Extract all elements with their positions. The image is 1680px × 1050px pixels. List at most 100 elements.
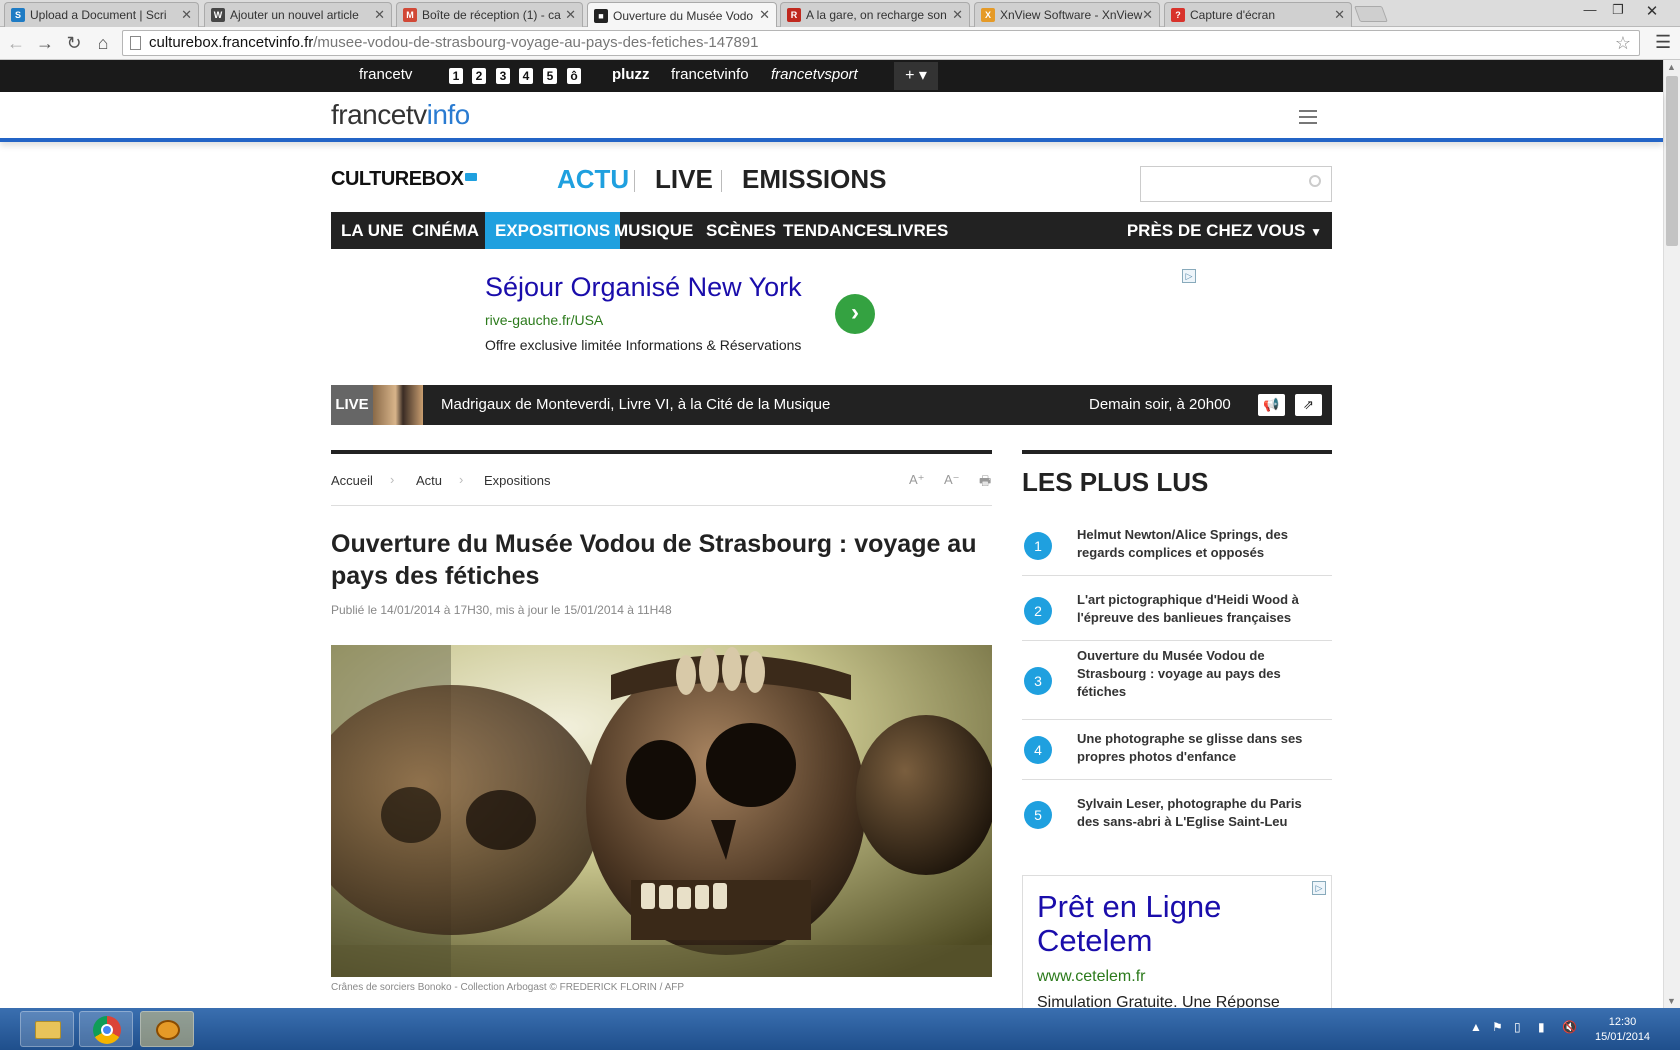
breadcrumb-actu[interactable]: Actu [416,473,442,488]
chrome-icon[interactable] [79,1011,133,1047]
browser-tab[interactable]: ? Capture d'écran ✕ [1164,2,1352,27]
adchoices-icon[interactable]: ▷ [1182,269,1196,283]
device-icon[interactable]: ▯ [1514,1020,1521,1034]
pluzz-link[interactable]: pluzz [612,66,650,83]
system-clock[interactable]: 12:30 15/01/2014 [1595,1015,1650,1045]
side-ad-title[interactable]: Prêt en Ligne Cetelem [1037,890,1297,958]
most-read-link[interactable]: Sylvain Leser, photographe du Paris des … [1077,795,1317,831]
sponsored-ad-side[interactable]: Prêt en Ligne Cetelem www.cetelem.fr Sim… [1022,875,1332,1010]
browser-tab[interactable]: S Upload a Document | Scri ✕ [4,2,199,27]
hamburger-menu-icon[interactable] [1299,110,1317,128]
restore-icon[interactable]: ❐ [1606,2,1630,18]
close-tab-icon[interactable]: ✕ [952,7,963,23]
rank-badge: 3 [1024,666,1052,695]
adchoices-icon[interactable]: ▷ [1312,881,1326,895]
francetv-link[interactable]: francetv [359,66,412,83]
network-signal-icon[interactable]: ▮ [1538,1020,1545,1034]
browser-tab[interactable]: R A la gare, on recharge son ✕ [780,2,970,27]
new-tab-button[interactable] [1354,6,1388,22]
search-icon[interactable] [1309,175,1321,187]
live-title[interactable]: Madrigaux de Monteverdi, Livre VI, à la … [441,385,830,425]
minimize-icon[interactable]: — [1578,2,1602,17]
channel-2-link[interactable]: 2 [472,68,486,84]
breadcrumb-accueil[interactable]: Accueil [331,473,373,488]
xnview-icon[interactable] [140,1011,194,1047]
scroll-down-icon[interactable]: ▼ [1667,996,1676,1006]
font-decrease-icon[interactable]: A⁻ [944,472,960,488]
article-photo[interactable] [331,645,992,977]
category-tab[interactable]: LIVRES [877,212,958,249]
action-center-flag-icon[interactable]: ⚑ [1492,1020,1503,1034]
category-tab[interactable]: EXPOSITIONS [485,212,621,249]
home-icon[interactable]: ⌂ [92,32,114,54]
nav-emissions[interactable]: EMISSIONS [742,164,886,195]
live-banner[interactable]: LIVE Madrigaux de Monteverdi, Livre VI, … [331,385,1332,425]
nav-live[interactable]: LIVE [655,164,713,195]
channel-1-link[interactable]: 1 [449,68,463,84]
back-icon[interactable]: ← [5,32,27,54]
scrollbar-thumb[interactable] [1666,76,1678,246]
category-tab[interactable]: MUSIQUE [604,212,703,249]
breadcrumb-expositions[interactable]: Expositions [484,473,550,488]
browser-tab[interactable]: ■ Ouverture du Musée Vodo ✕ [587,2,777,28]
nav-separator [721,170,722,192]
sponsored-ad-top[interactable]: Séjour Organisé New York rive-gauche.fr/… [485,268,1197,368]
bookmark-star-icon[interactable]: ☆ [1615,31,1631,55]
ad-url[interactable]: rive-gauche.fr/USA [485,312,603,328]
chrome-menu-icon[interactable]: ☰ [1655,32,1671,53]
scroll-up-icon[interactable]: ▲ [1667,62,1676,72]
most-read-link[interactable]: Helmut Newton/Alice Springs, des regards… [1077,526,1317,562]
close-window-icon[interactable]: ✕ [1640,2,1664,20]
ad-title[interactable]: Séjour Organisé New York [485,272,802,303]
live-share-icon[interactable]: ⇗ [1295,394,1322,416]
close-tab-icon[interactable]: ✕ [181,7,192,23]
close-tab-icon[interactable]: ✕ [1334,7,1345,23]
volume-muted-icon[interactable]: 🔇 [1562,1020,1577,1034]
category-tab[interactable]: CINÉMA [402,212,489,249]
print-icon[interactable]: 🖶 [979,472,991,494]
most-read-item[interactable]: 1 Helmut Newton/Alice Springs, des regard… [1022,516,1332,576]
most-read-link[interactable]: L'art pictographique d'Heidi Wood à l'ép… [1077,591,1317,627]
francetvinfo-link[interactable]: francetvinfo [671,66,749,83]
channel-3-link[interactable]: 3 [496,68,510,84]
most-read-link[interactable]: Ouverture du Musée Vodou de Strasbourg :… [1077,647,1317,701]
browser-tab-label: Upload a Document | Scri [30,8,167,22]
most-read-item[interactable]: 5 Sylvain Leser, photographe du Paris des… [1022,785,1332,845]
side-ad-url[interactable]: www.cetelem.fr [1037,968,1145,986]
browser-tab[interactable]: M Boîte de réception (1) - ca ✕ [396,2,583,27]
culturebox-logo[interactable]: CULTUREBOX [331,168,478,191]
francetvinfo-logo[interactable]: francetvinfo [331,99,470,131]
channel-4-link[interactable]: 4 [519,68,533,84]
close-tab-icon[interactable]: ✕ [374,7,385,23]
most-read-item[interactable]: 4 Une photographe se glisse dans ses prop… [1022,720,1332,780]
live-time: Demain soir, à 20h00 [1089,396,1231,413]
skulls-photo-illustration [331,645,992,977]
photo-caption: Crânes de sorciers Bonoko - Collection A… [331,982,685,993]
tray-expand-icon[interactable]: ▲ [1470,1020,1482,1034]
close-tab-icon[interactable]: ✕ [1142,7,1153,23]
font-increase-icon[interactable]: A⁺ [909,472,925,488]
reload-icon[interactable]: ↻ [63,32,85,54]
most-read-item[interactable]: 2 L'art pictographique d'Heidi Wood à l'é… [1022,581,1332,641]
live-notify-icon[interactable]: 📢 [1258,394,1285,416]
address-bar[interactable]: culturebox.francetvinfo.fr/musee-vodou-d… [122,30,1640,56]
browser-tab[interactable]: X XnView Software - XnView ✕ [974,2,1160,27]
browser-tab-label: Ouverture du Musée Vodo [613,8,754,23]
most-read-link[interactable]: Une photographe se glisse dans ses propr… [1077,730,1317,766]
close-tab-icon[interactable]: ✕ [565,7,576,23]
page-scrollbar[interactable]: ▲ ▼ [1663,60,1680,1008]
pres-de-chez-vous-dropdown[interactable]: PRÈS DE CHEZ VOUS ▼ [1127,212,1322,249]
breadcrumb-separator-icon: › [459,472,464,487]
channel-5-link[interactable]: 5 [543,68,557,84]
forward-icon[interactable]: → [34,32,56,54]
channel-o-link[interactable]: ô [567,68,581,84]
close-tab-icon[interactable]: ✕ [759,7,770,23]
search-input[interactable] [1140,166,1332,202]
nav-actu[interactable]: ACTU [557,164,629,195]
more-sites-button[interactable]: + ▾ [894,62,938,90]
browser-tab[interactable]: W Ajouter un nouvel article ✕ [204,2,392,27]
ad-go-arrow-icon[interactable]: › [835,294,875,334]
most-read-item[interactable]: 3 Ouverture du Musée Vodou de Strasbourg … [1022,641,1332,720]
file-explorer-icon[interactable] [20,1011,74,1047]
francetvsport-link[interactable]: francetvsport [771,66,858,83]
